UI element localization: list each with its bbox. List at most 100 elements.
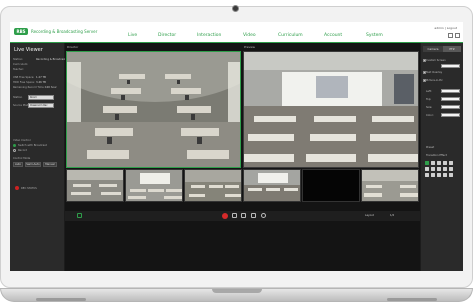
nav-live[interactable]: Live [128,33,137,38]
radio-record-label: Record [18,149,27,152]
layout-right-icon[interactable] [443,167,447,171]
preview-label: Preview [244,45,255,49]
nav-account[interactable]: Account [324,33,342,38]
field-size-input[interactable] [441,105,460,109]
thumbnail-4[interactable] [243,169,301,202]
right-panel: Camera PTZ Custom Screen Text Overlay Pi… [421,43,463,271]
field-top-label: Top: [426,98,432,101]
custom-screen-label: Custom Screen [426,59,446,62]
layout-row3-1-icon[interactable] [425,173,429,177]
settings-icon[interactable] [261,213,266,218]
left-panel: Live Viewer Station: Recording & Broadca… [10,43,66,271]
fullscreen-icon[interactable] [77,213,82,218]
radio-broadcast[interactable] [13,144,16,147]
layout-top-icon[interactable] [425,167,429,171]
record-button[interactable] [222,213,228,219]
classroom-front-image [244,52,418,167]
station-value: Recording & Broadcast [36,58,66,61]
thumb-1-image [67,170,123,201]
layout-row3-2-icon[interactable] [431,173,435,177]
usb-space-label: USB Free Space: [13,76,35,79]
preview-video-feed[interactable] [243,51,419,168]
nav-video[interactable]: Video [243,33,256,38]
layout-quad-icon[interactable] [443,161,447,165]
top-navigation-bar: RBS Recording & Broadcasting Server Live… [10,22,463,42]
playback-control-bar: Layout 1/2 [65,211,420,221]
thumbnail-2[interactable] [125,169,183,202]
laptop-foot-right [387,298,437,301]
layout-bottom-icon[interactable] [431,167,435,171]
director-label: Director [67,45,79,49]
hdd-space-label: HDD Free Space: [13,81,35,84]
laptop-foot-left [36,298,86,301]
thumbnail-6[interactable] [361,169,419,202]
mode-auto-button[interactable]: Auto [13,162,23,167]
nav-interaction[interactable]: Interaction [197,33,221,38]
teacher-label: Teacher: [13,68,24,71]
layout-grid-icon[interactable] [449,161,453,165]
preset-label: Preset [426,146,435,149]
field-top-input[interactable] [441,97,460,101]
station-label: Station: [13,58,24,61]
source-select[interactable]: Classroom Rec [28,103,54,108]
thumbnail-3[interactable] [184,169,242,202]
field-left-input[interactable] [441,89,460,93]
thumb-6-image [362,170,418,201]
page-indicator: 1/2 [390,214,395,217]
nav-director[interactable]: Director [158,33,176,38]
thumbnail-1[interactable] [66,169,124,202]
tab-ptz[interactable]: PTZ [443,46,461,52]
layout-single-icon[interactable] [425,161,429,165]
hdd-space-value: 3.46 TB [36,81,46,84]
record-status-icon [15,186,19,190]
video-control-label: Video Control [13,139,31,142]
classroom-fisheye-image [67,52,240,167]
layout-row3-4-icon[interactable] [443,173,447,177]
app-name: Recording & Broadcasting Server [31,29,98,34]
text-overlay-label: Text Overlay [426,71,443,74]
app-logo: RBS [14,28,28,35]
thumb-4-image [244,170,300,201]
field-size-label: Size: [426,106,433,109]
layout-row3-3-icon[interactable] [437,173,441,177]
usb-space-value: 1.27 TB [36,76,46,79]
record-time-value: 100 hour [45,86,57,89]
tab-camera[interactable]: Camera [423,46,443,52]
record-status-label: REC STATUS [21,187,37,190]
layout-label[interactable]: Layout [365,214,374,217]
thumb-2-image [126,170,182,201]
laptop-notch [212,289,262,293]
main-video-feed[interactable] [66,51,241,168]
radio-record[interactable] [13,149,16,152]
snapshot-icon[interactable] [251,213,256,218]
custom-screen-field[interactable] [441,64,460,68]
radio-broadcast-label: Switch with Broadcast [18,144,47,147]
station-select-label: Station [13,96,23,99]
nav-curriculum[interactable]: Curriculum [278,33,303,38]
close-icon[interactable] [455,33,460,38]
app-screen: RBS Recording & Broadcasting Server Live… [10,22,463,271]
control-mode-label: Control Mode [13,157,31,160]
layout-row3-5-icon[interactable] [449,173,453,177]
layout-pip-icon[interactable] [437,161,441,165]
video-area: Director Preview Layout 1/2 [65,43,420,271]
record-time-label: Remaining Record Time: [13,86,45,89]
minimize-icon[interactable] [448,33,453,38]
transition-label: Transition Effect [426,154,447,157]
nav-system[interactable]: System [366,33,383,38]
thumb-3-image [185,170,241,201]
layout-split-icon[interactable] [431,161,435,165]
stop-icon[interactable] [241,213,246,218]
pause-icon[interactable] [232,213,237,218]
station-select[interactable]: Room [28,95,54,100]
layout-center-icon[interactable] [449,167,453,171]
mode-manual-button[interactable]: Manual [43,162,57,167]
user-info[interactable]: admin | Logout [434,26,457,30]
layout-left-icon[interactable] [437,167,441,171]
panel-title: Live Viewer [14,47,43,53]
mode-semi-auto-button[interactable]: Semi-Auto [25,162,41,167]
field-color-label: Color: [426,114,434,117]
thumbnail-5[interactable] [302,169,360,202]
field-color-input[interactable] [441,113,460,117]
webcam-icon [232,5,239,12]
